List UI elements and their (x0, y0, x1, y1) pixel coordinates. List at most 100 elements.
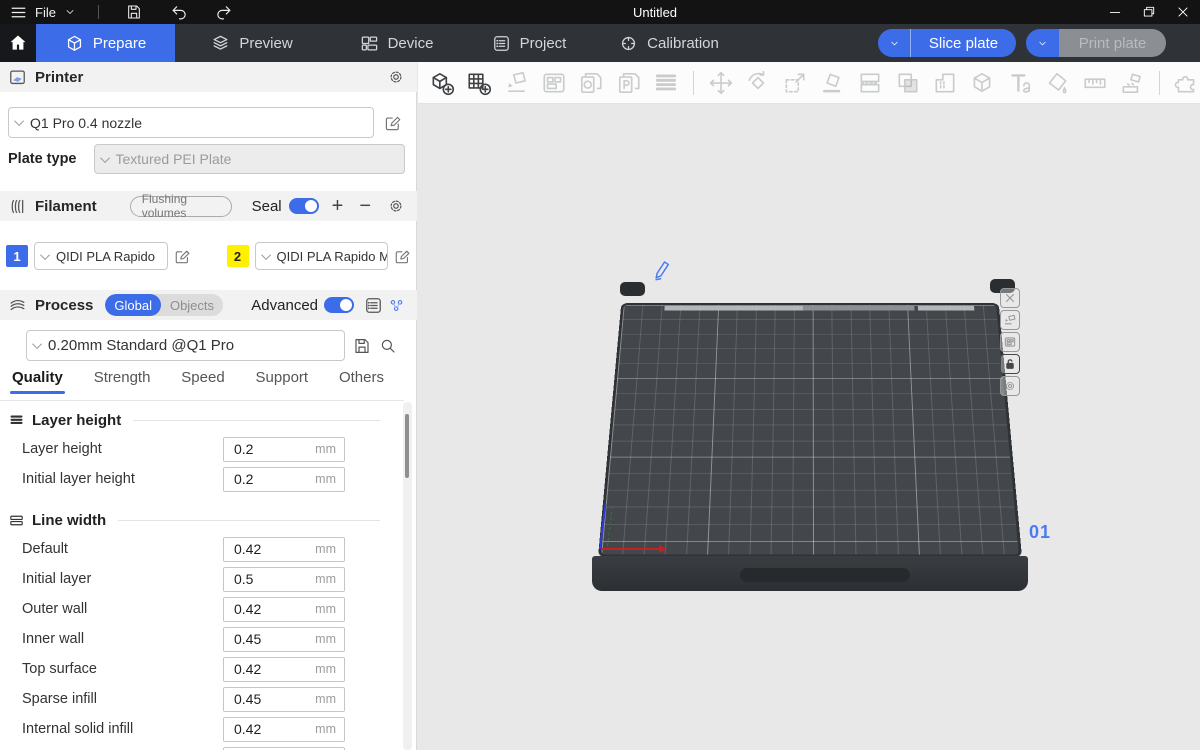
file-menu[interactable]: File (35, 5, 56, 20)
plate-number-label: 01 (1029, 522, 1051, 543)
move-icon (707, 69, 734, 97)
segment-objects[interactable]: Objects (161, 294, 223, 316)
orient-plate-icon[interactable] (1000, 310, 1020, 330)
plate-settings-icon[interactable] (1000, 376, 1020, 396)
remove-filament-button[interactable]: − (359, 196, 371, 216)
redo-button[interactable] (211, 1, 237, 23)
filament-2-select[interactable]: QIDI PLA Rapido M... (255, 242, 389, 270)
add-filament-button[interactable]: + (332, 196, 344, 216)
plate-back-strip (803, 306, 915, 311)
compare-presets-icon[interactable] (388, 297, 405, 314)
split-to-parts-icon (615, 69, 642, 97)
lock-plate-icon[interactable] (1000, 354, 1020, 374)
filament-2-value: QIDI PLA Rapido M... (277, 249, 389, 264)
home-button[interactable] (0, 24, 36, 62)
param-input[interactable]: 0.2mm (223, 437, 345, 462)
search-settings-icon[interactable] (379, 337, 397, 355)
hamburger-menu-icon[interactable] (10, 4, 27, 21)
param-input[interactable]: 0.42mm (223, 717, 345, 742)
save-button[interactable] (121, 1, 147, 23)
process-layers-icon (8, 296, 27, 315)
process-section-header: Process GlobalObjects Advanced (0, 290, 417, 320)
parameter-table-icon[interactable] (364, 296, 383, 315)
param-row: Top surface0.42mm (0, 654, 400, 684)
param-input[interactable]: 0.5mm (223, 567, 345, 592)
seal-toggle[interactable] (289, 198, 319, 214)
undo-button[interactable] (167, 1, 193, 23)
group-title: Line width (32, 512, 106, 529)
param-row: Internal solid infill0.42mm (0, 714, 400, 744)
param-input[interactable]: 0.45mm (223, 627, 345, 652)
param-unit: mm (315, 722, 344, 736)
maximize-button[interactable] (1132, 0, 1166, 24)
chevron-down-icon (32, 339, 42, 349)
slice-plate-button[interactable]: Slice plate (911, 29, 1016, 57)
sidebar-scrollbar[interactable] (403, 402, 412, 750)
arrange-plate-icon[interactable] (1000, 332, 1020, 352)
print-plate-button[interactable]: Print plate (1059, 29, 1166, 57)
filament-settings-gear-icon[interactable] (387, 197, 405, 215)
param-input[interactable]: 0.42mm (223, 597, 345, 622)
tab-project[interactable]: Project (464, 24, 594, 62)
param-label: Sparse infill (0, 691, 223, 707)
filament-1-badge[interactable]: 1 (6, 245, 28, 267)
printer-settings-gear-icon[interactable] (387, 68, 405, 86)
process-tab-support[interactable]: Support (256, 369, 309, 394)
filament-section-title: Filament (35, 198, 97, 215)
minimize-button[interactable] (1098, 0, 1132, 24)
close-button[interactable] (1166, 0, 1200, 24)
measure-icon (1081, 69, 1108, 97)
add-plate-icon[interactable] (465, 69, 492, 97)
tab-device[interactable]: Device (329, 24, 464, 62)
save-preset-icon[interactable] (353, 337, 371, 355)
process-tab-strength[interactable]: Strength (94, 369, 151, 394)
param-input[interactable] (223, 747, 345, 750)
param-input[interactable]: 0.42mm (223, 657, 345, 682)
slice-plate-dropdown[interactable] (878, 29, 911, 57)
param-label: Top surface (0, 661, 223, 677)
build-plate-surface[interactable] (598, 303, 1022, 557)
param-input[interactable]: 0.42mm (223, 537, 345, 562)
rename-plate-pencil-icon[interactable] (649, 257, 675, 283)
process-tab-bar: Quality Strength Speed Support Others (0, 369, 404, 401)
process-tab-quality[interactable]: Quality (12, 369, 63, 394)
scrollbar-thumb[interactable] (405, 414, 409, 478)
tab-label: Project (520, 35, 567, 52)
printer-select[interactable]: Q1 Pro 0.4 nozzle (8, 107, 374, 138)
print-plate-dropdown[interactable] (1026, 29, 1059, 57)
flushing-volumes-button[interactable]: Flushing volumes (130, 196, 232, 217)
segment-global[interactable]: Global (105, 294, 161, 316)
edit-filament-2-icon[interactable] (394, 248, 411, 265)
delete-plate-icon[interactable] (1000, 288, 1020, 308)
group-divider (133, 420, 380, 421)
mesh-split-icon (931, 69, 958, 97)
plate-type-select[interactable]: Textured PEI Plate (94, 144, 405, 174)
param-input[interactable]: 0.45mm (223, 687, 345, 712)
variable-layer-height-icon (652, 69, 679, 97)
titlebar-divider (98, 5, 99, 19)
edit-printer-icon[interactable] (384, 114, 402, 132)
viewport-3d[interactable]: 01 (418, 62, 1200, 750)
group-header-line-width: Line width (8, 508, 380, 532)
process-tab-others[interactable]: Others (339, 369, 384, 394)
chevron-down-icon (14, 116, 24, 126)
tab-preview[interactable]: Preview (175, 24, 329, 62)
param-input[interactable]: 0.2mm (223, 467, 345, 492)
chevron-down-icon (40, 250, 50, 260)
build-plate-handle (740, 568, 910, 582)
process-profile-select[interactable]: 0.20mm Standard @Q1 Pro (26, 330, 345, 361)
tab-prepare[interactable]: Prepare (36, 24, 175, 62)
param-row: Default0.42mm (0, 534, 400, 564)
filament-1-select[interactable]: QIDI PLA Rapido (34, 242, 168, 270)
edit-filament-1-icon[interactable] (174, 248, 191, 265)
process-tab-speed[interactable]: Speed (181, 369, 224, 394)
add-model-icon[interactable] (428, 69, 455, 97)
advanced-toggle[interactable] (324, 297, 354, 313)
param-label: Inner wall (0, 631, 223, 647)
build-plate[interactable] (598, 285, 1022, 557)
file-menu-chevron-icon[interactable] (64, 6, 76, 18)
filament-2-badge[interactable]: 2 (227, 245, 249, 267)
param-label: Initial layer height (0, 471, 223, 487)
filament-spool-icon (8, 197, 27, 216)
tab-calibration[interactable]: Calibration (594, 24, 744, 62)
